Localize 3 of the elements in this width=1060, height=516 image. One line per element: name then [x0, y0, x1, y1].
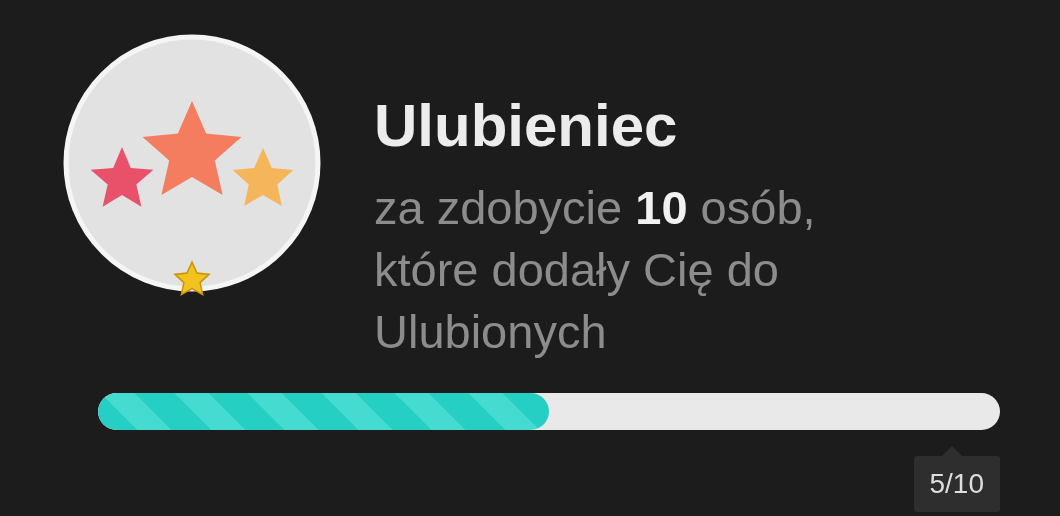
achievement-description: za zdobycie 10 osób, które dodały Cię do Ulubionych	[374, 180, 817, 360]
achievement-title: Ulubieniec	[374, 91, 679, 161]
progress-tooltip: 5/10	[913, 456, 1000, 512]
